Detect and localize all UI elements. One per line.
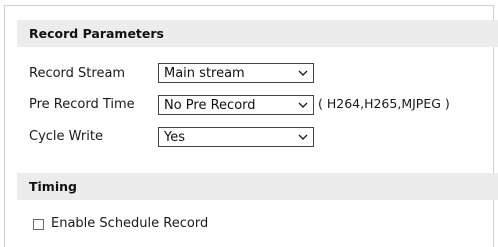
timing-header: Timing — [17, 173, 498, 200]
codec-note: ( H264,H265,MJPEG ) — [318, 96, 450, 111]
record-parameters-header: Record Parameters — [17, 20, 498, 47]
pre-record-time-value: No Pre Record — [164, 98, 256, 113]
timing-title: Timing — [29, 179, 77, 194]
chevron-down-icon — [298, 70, 308, 76]
enable-schedule-checkbox[interactable] — [33, 219, 44, 230]
pre-record-time-label: Pre Record Time — [29, 97, 135, 112]
enable-schedule-label[interactable]: Enable Schedule Record — [51, 216, 208, 231]
record-parameters-title: Record Parameters — [29, 26, 164, 41]
cycle-write-select[interactable]: Yes — [158, 127, 314, 147]
chevron-down-icon — [298, 102, 308, 108]
chevron-down-icon — [298, 134, 308, 140]
record-stream-label: Record Stream — [29, 66, 126, 81]
cycle-write-value: Yes — [164, 130, 185, 145]
record-stream-select[interactable]: Main stream — [158, 63, 314, 83]
cycle-write-label: Cycle Write — [29, 129, 103, 144]
record-stream-value: Main stream — [164, 66, 245, 81]
pre-record-time-select[interactable]: No Pre Record — [158, 95, 314, 115]
